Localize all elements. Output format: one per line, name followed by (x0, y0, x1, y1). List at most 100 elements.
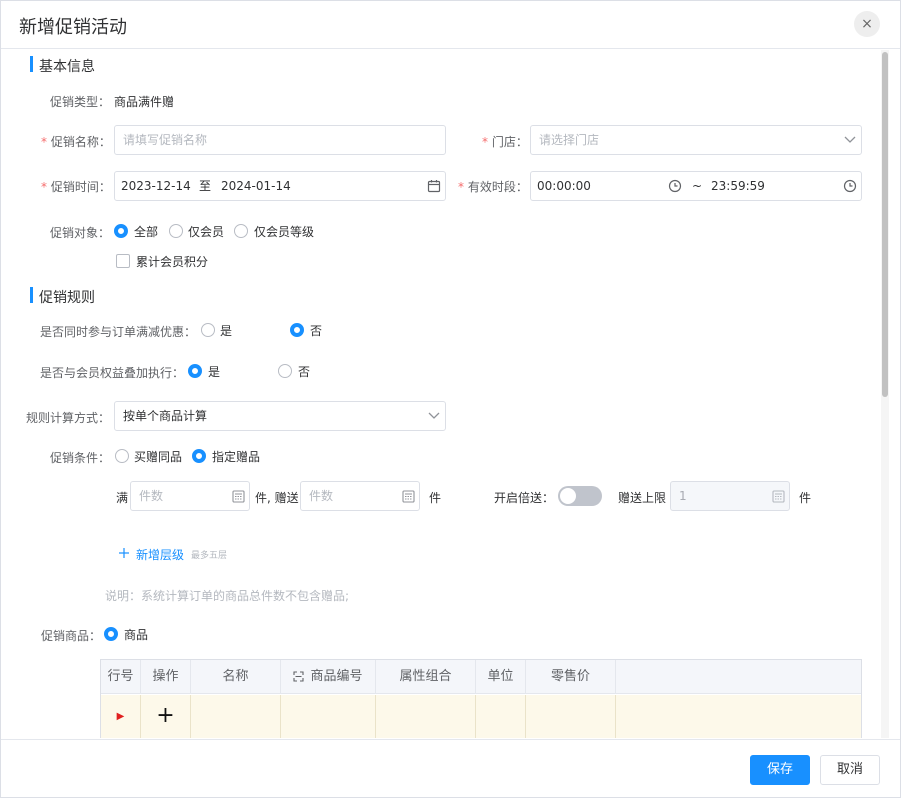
member-benefit-label: 是否与会员权益叠加执行： (40, 366, 185, 380)
target-label: 促销对象： (50, 226, 111, 240)
clock-icon (668, 179, 682, 193)
condition-label: 促销条件： (50, 451, 111, 465)
required-mark: * (41, 180, 47, 194)
calc-label: 规则计算方式： (26, 411, 111, 425)
col-unit: 单位 (476, 660, 526, 694)
condition-radio-same[interactable] (115, 449, 129, 463)
note-text: 说明：系统计算订单的商品总件数不包含赠品; (105, 589, 350, 603)
limit-input[interactable]: 1 (670, 481, 790, 511)
double-toggle[interactable] (558, 486, 602, 506)
date-separator: 至 (199, 179, 212, 193)
col-code: 商品编号 (281, 660, 376, 694)
chevron-down-icon (844, 136, 856, 143)
required-mark: * (482, 135, 488, 149)
cell-price[interactable] (526, 695, 616, 738)
product-label: 促销商品： (41, 629, 102, 643)
scrollbar-thumb[interactable] (882, 52, 888, 397)
member-benefit-radio-yes[interactable] (188, 364, 202, 378)
order-discount-no: 否 (310, 324, 323, 338)
col-code-text: 商品编号 (310, 669, 363, 684)
points-checkbox[interactable] (116, 254, 130, 268)
col-row-number: 行号 (101, 660, 141, 694)
double-label: 开启倍送： (494, 491, 555, 505)
order-discount-radio-no[interactable] (290, 323, 304, 337)
promo-name-placeholder: 请填写促销名称 (123, 133, 208, 147)
col-name: 名称 (191, 660, 281, 694)
scan-icon (293, 671, 305, 682)
full-count-placeholder: 件数 (139, 489, 164, 503)
gift-count-input[interactable]: 件数 (300, 481, 420, 511)
period-label: * 有效时段： (458, 178, 528, 195)
start-time: 00:00:00 (537, 179, 591, 193)
full-count-input[interactable]: 件数 (130, 481, 250, 511)
row-marker-icon: ▶ (101, 695, 141, 738)
cell-unit[interactable] (476, 695, 526, 738)
promotion-dialog: 新增促销活动 × 基本信息 促销类型： 商品满件赠 * 促销名称： 请填写促销名… (0, 0, 901, 798)
cell-name[interactable] (191, 695, 281, 738)
order-discount-label: 是否同时参与订单满减优惠： (40, 325, 197, 339)
add-row-button[interactable]: + (141, 695, 191, 738)
close-button[interactable]: × (854, 11, 880, 37)
calculator-icon (232, 490, 245, 503)
vertical-scrollbar[interactable] (881, 50, 889, 738)
section-title-rules: 促销规则 (39, 290, 95, 306)
cancel-button[interactable]: 取消 (820, 755, 880, 785)
gift-count-placeholder: 件数 (309, 489, 334, 503)
promo-type-label: 促销类型： (50, 95, 111, 109)
target-option-member: 仅会员 (188, 225, 225, 239)
section-title-basic: 基本信息 (39, 59, 95, 75)
target-radio-all[interactable] (114, 224, 128, 238)
cell-code[interactable] (281, 695, 376, 738)
promo-time-label: * 促销时间： (41, 178, 111, 195)
limit-unit-label: 件 (799, 491, 812, 505)
order-discount-yes: 是 (220, 324, 233, 338)
store-placeholder: 请选择门店 (539, 133, 600, 147)
limit-value: 1 (679, 489, 687, 503)
end-time: 23:59:59 (711, 179, 765, 193)
member-benefit-yes: 是 (208, 365, 221, 379)
condition-radio-gift[interactable] (192, 449, 206, 463)
col-attributes: 属性组合 (376, 660, 476, 694)
target-option-level: 仅会员等级 (254, 225, 315, 239)
calculator-icon (402, 490, 415, 503)
target-radio-member[interactable] (169, 224, 183, 238)
product-radio[interactable] (104, 627, 118, 641)
promo-name-label: * 促销名称： (41, 133, 111, 150)
calc-select[interactable]: 按单个商品计算 (114, 401, 446, 431)
save-button[interactable]: 保存 (750, 755, 810, 785)
toggle-knob (560, 488, 576, 504)
gift-unit-label: 件 (429, 491, 442, 505)
period-time-range[interactable]: 00:00:00 ~ 23:59:59 (530, 171, 862, 201)
add-level-hint: 最多五层 (191, 551, 228, 561)
store-label: * 门店： (482, 133, 528, 150)
calendar-icon (427, 180, 441, 193)
calculator-icon (772, 490, 785, 503)
start-date: 2023-12-14 (121, 179, 191, 193)
condition-option-gift: 指定赠品 (212, 450, 261, 464)
table-header: 行号 操作 名称 商品编号 属性组合 单位 零售价 (101, 660, 861, 694)
col-price: 零售价 (526, 660, 616, 694)
promo-name-input[interactable]: 请填写促销名称 (114, 125, 446, 155)
product-table: 行号 操作 名称 商品编号 属性组合 单位 零售价 ▶ + (100, 659, 862, 738)
target-option-all: 全部 (134, 225, 159, 239)
dialog-header: 新增促销活动 × (1, 1, 900, 49)
cell-attributes[interactable] (376, 695, 476, 738)
dialog-body: 基本信息 促销类型： 商品满件赠 * 促销名称： 请填写促销名称 * 门店： 请… (1, 50, 900, 738)
member-benefit-radio-no[interactable] (278, 364, 292, 378)
promo-date-range[interactable]: 2023-12-14 至 2024-01-14 (114, 171, 446, 201)
dialog-title: 新增促销活动 (19, 17, 127, 38)
gift-label: 件, 赠送 (255, 491, 299, 505)
product-option: 商品 (124, 628, 149, 642)
target-radio-level[interactable] (234, 224, 248, 238)
promo-name-label-text: 促销名称： (50, 135, 111, 149)
add-level-link[interactable]: 新增层级 (136, 546, 184, 563)
required-mark: * (41, 135, 47, 149)
clock-icon (843, 179, 857, 193)
promo-type-value: 商品满件赠 (114, 95, 175, 109)
store-select[interactable]: 请选择门店 (530, 125, 862, 155)
condition-option-same: 买赠同品 (134, 450, 183, 464)
order-discount-radio-yes[interactable] (201, 323, 215, 337)
section-marker (30, 287, 33, 303)
plus-icon[interactable] (118, 547, 130, 559)
section-marker (30, 56, 33, 72)
